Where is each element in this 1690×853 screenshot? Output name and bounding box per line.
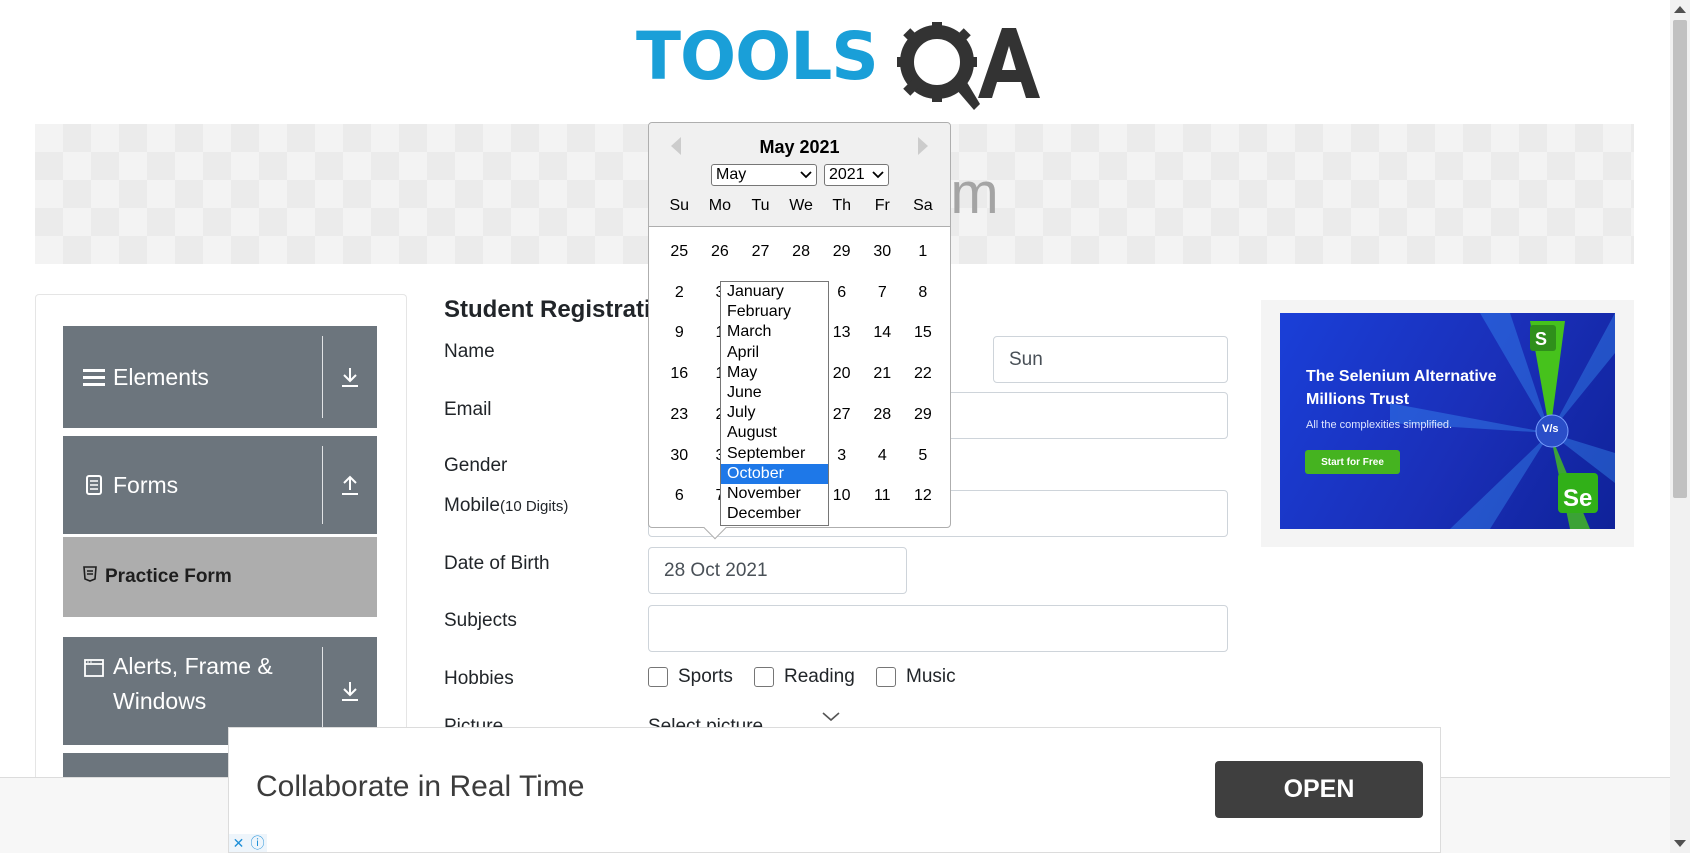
logo-text: TOOLS [636,18,879,95]
sidebar-group-forms[interactable]: Forms [63,436,377,534]
calendar-day[interactable]: 29 [903,406,944,424]
start-for-free-button[interactable]: Start for Free [1305,450,1400,474]
scroll-up-arrow-icon[interactable] [1674,6,1686,13]
vs-badge: V/s [1542,423,1559,435]
calendar-day[interactable]: 26 [700,243,741,261]
document-icon [83,474,105,496]
month-option[interactable]: January [721,282,828,302]
sidebar-group-elements[interactable]: Elements [63,326,377,428]
calendar-day[interactable]: 22 [903,365,944,383]
month-option[interactable]: February [721,302,828,322]
month-select[interactable]: May [711,164,817,186]
upload-icon[interactable] [337,472,363,498]
calendar-day[interactable]: 30 [862,243,903,261]
badge-se: Se [1563,485,1593,512]
calendar-day[interactable]: 8 [903,284,944,302]
calendar-day[interactable]: 30 [659,447,700,465]
open-button[interactable]: OPEN [1215,761,1423,818]
calendar-day[interactable]: 9 [659,324,700,342]
html5-icon [83,566,97,588]
calendar-day[interactable]: 11 [862,487,903,505]
bottom-ad-banner: Collaborate in Real Time OPEN ✕ ⓘ [228,727,1441,853]
sidebar-item-practice-form[interactable]: Practice Form [63,537,377,617]
calendar-day[interactable]: 28 [781,243,822,261]
date-picker-header: May 2021 May 2021 Su Mo Tu We Th Fr Sa [649,123,950,227]
close-icon[interactable]: ✕ [229,834,248,852]
calendar-day[interactable]: 29 [821,243,862,261]
subjects-input[interactable] [648,605,1228,652]
calendar-day[interactable]: 16 [659,365,700,383]
last-name-input[interactable]: Sun [993,336,1228,383]
date-of-birth-input[interactable]: 28 Oct 2021 [648,547,907,594]
month-option[interactable]: March [721,322,828,342]
calendar-day[interactable]: 7 [862,284,903,302]
weekday-header: Su Mo Tu We Th Fr Sa [669,197,933,214]
month-option[interactable]: August [721,423,828,443]
month-option[interactable]: December [721,504,828,524]
chevron-down-icon [872,171,884,179]
month-option[interactable]: September [721,444,828,464]
month-option[interactable]: October [721,463,828,484]
calendar-day[interactable]: 27 [740,243,781,261]
bottom-ad-text: Collaborate in Real Time [256,770,585,803]
download-icon[interactable] [337,678,363,704]
calendar-day[interactable]: 23 [659,406,700,424]
name-label: Name [444,341,495,362]
download-icon[interactable] [337,364,363,390]
month-option[interactable]: April [721,343,828,363]
month-option[interactable]: June [721,383,828,403]
dob-label: Date of Birth [444,553,550,574]
email-label: Email [444,399,492,420]
selenium-ad[interactable]: S V/s Se The Selenium Alternative Million… [1280,313,1615,529]
calendar-day[interactable]: 6 [659,487,700,505]
calendar-day[interactable]: 14 [862,324,903,342]
chevron-down-icon [800,171,812,179]
calendar-week: 25 26 27 28 29 30 1 [659,243,943,261]
chevron-down-icon [822,712,840,722]
calendar-day[interactable]: 2 [659,284,700,302]
scrollbar-thumb[interactable] [1673,20,1687,498]
calendar-day[interactable]: 5 [903,447,944,465]
calendar-day[interactable]: 1 [903,243,944,261]
sidebar-item-label: Practice Form [105,566,232,587]
ad-subtext: All the complexities simplified. [1306,419,1453,431]
badge-s: S [1535,329,1548,349]
calendar-day[interactable]: 4 [862,447,903,465]
window-icon [83,657,105,679]
hobby-reading[interactable]: Reading [754,666,855,688]
music-checkbox[interactable] [876,667,896,687]
calendar-day[interactable]: 25 [659,243,700,261]
year-select[interactable]: 2021 [824,164,889,186]
calendar-day[interactable]: 28 [862,406,903,424]
hamburger-icon [83,366,105,388]
mobile-label: Mobile(10 Digits) [444,495,569,516]
next-month-icon[interactable] [918,137,928,155]
ad-headline: The Selenium Alternative Millions Trust [1306,368,1497,408]
month-option[interactable]: May [721,363,828,383]
hobby-sports[interactable]: Sports [648,666,733,688]
month-dropdown-list: January February March April May June July Augu… [720,281,829,526]
ad-choices[interactable]: ✕ ⓘ [229,834,267,852]
subjects-label: Subjects [444,610,517,631]
mobile-hint: (10 Digits) [499,498,569,515]
gender-label: Gender [444,455,508,476]
form-title: Student Registratio [444,296,666,323]
scrollbar[interactable] [1670,0,1690,853]
month-option[interactable]: July [721,403,828,423]
logo-qa-mark [897,22,1040,110]
toolsqa-logo[interactable]: TOOLS [636,18,1040,118]
calendar-day[interactable]: 12 [903,487,944,505]
reading-checkbox[interactable] [754,667,774,687]
hobby-music[interactable]: Music [876,666,956,688]
hobbies-label: Hobbies [444,668,514,689]
scroll-down-arrow-icon[interactable] [1674,840,1686,847]
month-option[interactable]: November [721,484,828,504]
info-icon[interactable]: ⓘ [248,834,267,852]
calendar-day[interactable]: 15 [903,324,944,342]
current-month: May 2021 [759,137,840,157]
sports-checkbox[interactable] [648,667,668,687]
calendar-day[interactable]: 21 [862,365,903,383]
